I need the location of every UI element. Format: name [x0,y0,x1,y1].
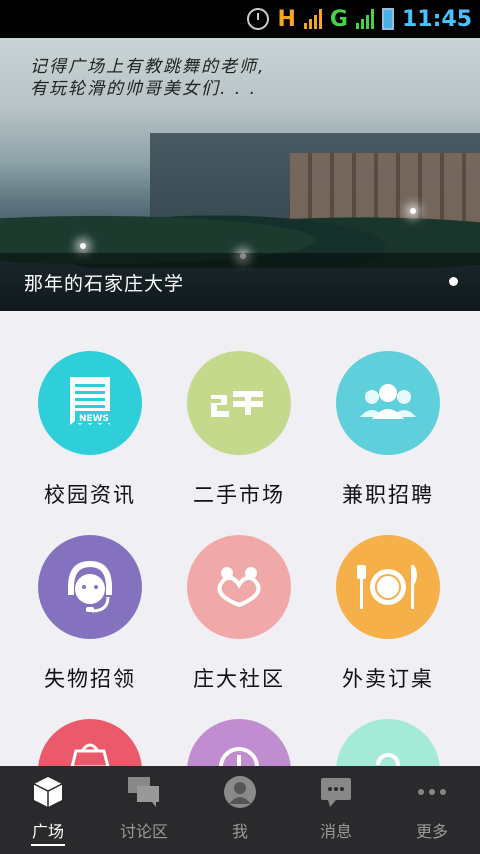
battery-icon [381,8,394,30]
tab-label: 讨论区 [119,822,168,841]
banner-caption: 那年的石家庄大学 [24,273,185,295]
tile-more-services[interactable] [313,719,463,766]
clock-icon [187,719,291,766]
news-icon: NEWS [38,351,142,455]
tile-lost-and-found[interactable]: 失物招领 [15,535,165,693]
tile-label: 二手市场 [193,483,285,507]
active-tab-indicator [31,844,65,846]
couple-icon [187,535,291,639]
tile-takeout-reservation[interactable]: 外卖订桌 [313,535,463,693]
network-type-h: H [277,6,296,32]
user-icon [224,776,256,808]
tab-label: 更多 [415,822,448,841]
banner-carousel[interactable]: 记得广场上有教跳舞的老师, 有玩轮滑的帅哥美女们. . . 那年的石家庄大学 [0,38,480,311]
tile-label: 兼职招聘 [342,483,434,507]
more-dots-icon [418,789,446,795]
tab-discussion[interactable]: 讨论区 [96,766,192,854]
tab-plaza[interactable]: 广场 [0,766,96,854]
tile-part-time-jobs[interactable]: 兼职招聘 [313,351,463,509]
tile-label: 外卖订桌 [342,667,434,691]
banner-quote: 记得广场上有教跳舞的老师, 有玩轮滑的帅哥美女们. . . [30,56,265,100]
signal-icon-2 [355,9,374,29]
swirl-icon [336,719,440,766]
tile-label: 失物招领 [44,667,136,691]
people-icon [336,351,440,455]
chat-bubbles-icon [128,777,159,807]
tile-campus-news[interactable]: NEWS 校园资讯 [15,351,165,509]
tab-label: 广场 [31,822,64,841]
tab-more[interactable]: 更多 [384,766,480,854]
banner-caption-bar: 那年的石家庄大学 [0,253,480,311]
customer-service-icon [38,535,142,639]
bottom-tab-bar: 广场 讨论区 我 消息 更多 [0,766,480,854]
banner-quote-line1: 记得广场上有教跳舞的老师, [30,57,266,77]
dining-icon [336,535,440,639]
cube-icon [33,777,63,807]
tab-messages[interactable]: 消息 [288,766,384,854]
status-bar: H G 11:45 [0,0,480,38]
feature-grid: NEWS 校园资讯 二手市场 兼职招聘 失物招领 庄大社区 外卖订桌 [0,311,480,766]
tab-label: 我 [231,822,248,841]
tile-second-hand-market[interactable]: 二手市场 [164,351,314,509]
carousel-indicator-dot [449,277,458,286]
tile-university-community[interactable]: 庄大社区 [164,535,314,693]
network-type-g: G [329,6,348,32]
bag-icon [38,719,142,766]
tile-shopping[interactable] [15,719,165,766]
sparkle-icon [410,208,416,214]
message-icon [321,778,351,807]
tab-me[interactable]: 我 [192,766,288,854]
banner-quote-line2: 有玩轮滑的帅哥美女们. . . [30,79,258,99]
tile-schedule[interactable] [164,719,314,766]
tile-label: 庄大社区 [193,667,285,691]
tab-label: 消息 [319,822,352,841]
tile-label: 校园资讯 [44,483,136,507]
sparkle-icon [80,243,86,249]
secondhand-icon [187,351,291,455]
alarm-icon [247,8,270,30]
clock-time: 11:45 [401,6,472,32]
signal-icon [303,9,322,29]
svg-text:NEWS: NEWS [79,414,109,424]
